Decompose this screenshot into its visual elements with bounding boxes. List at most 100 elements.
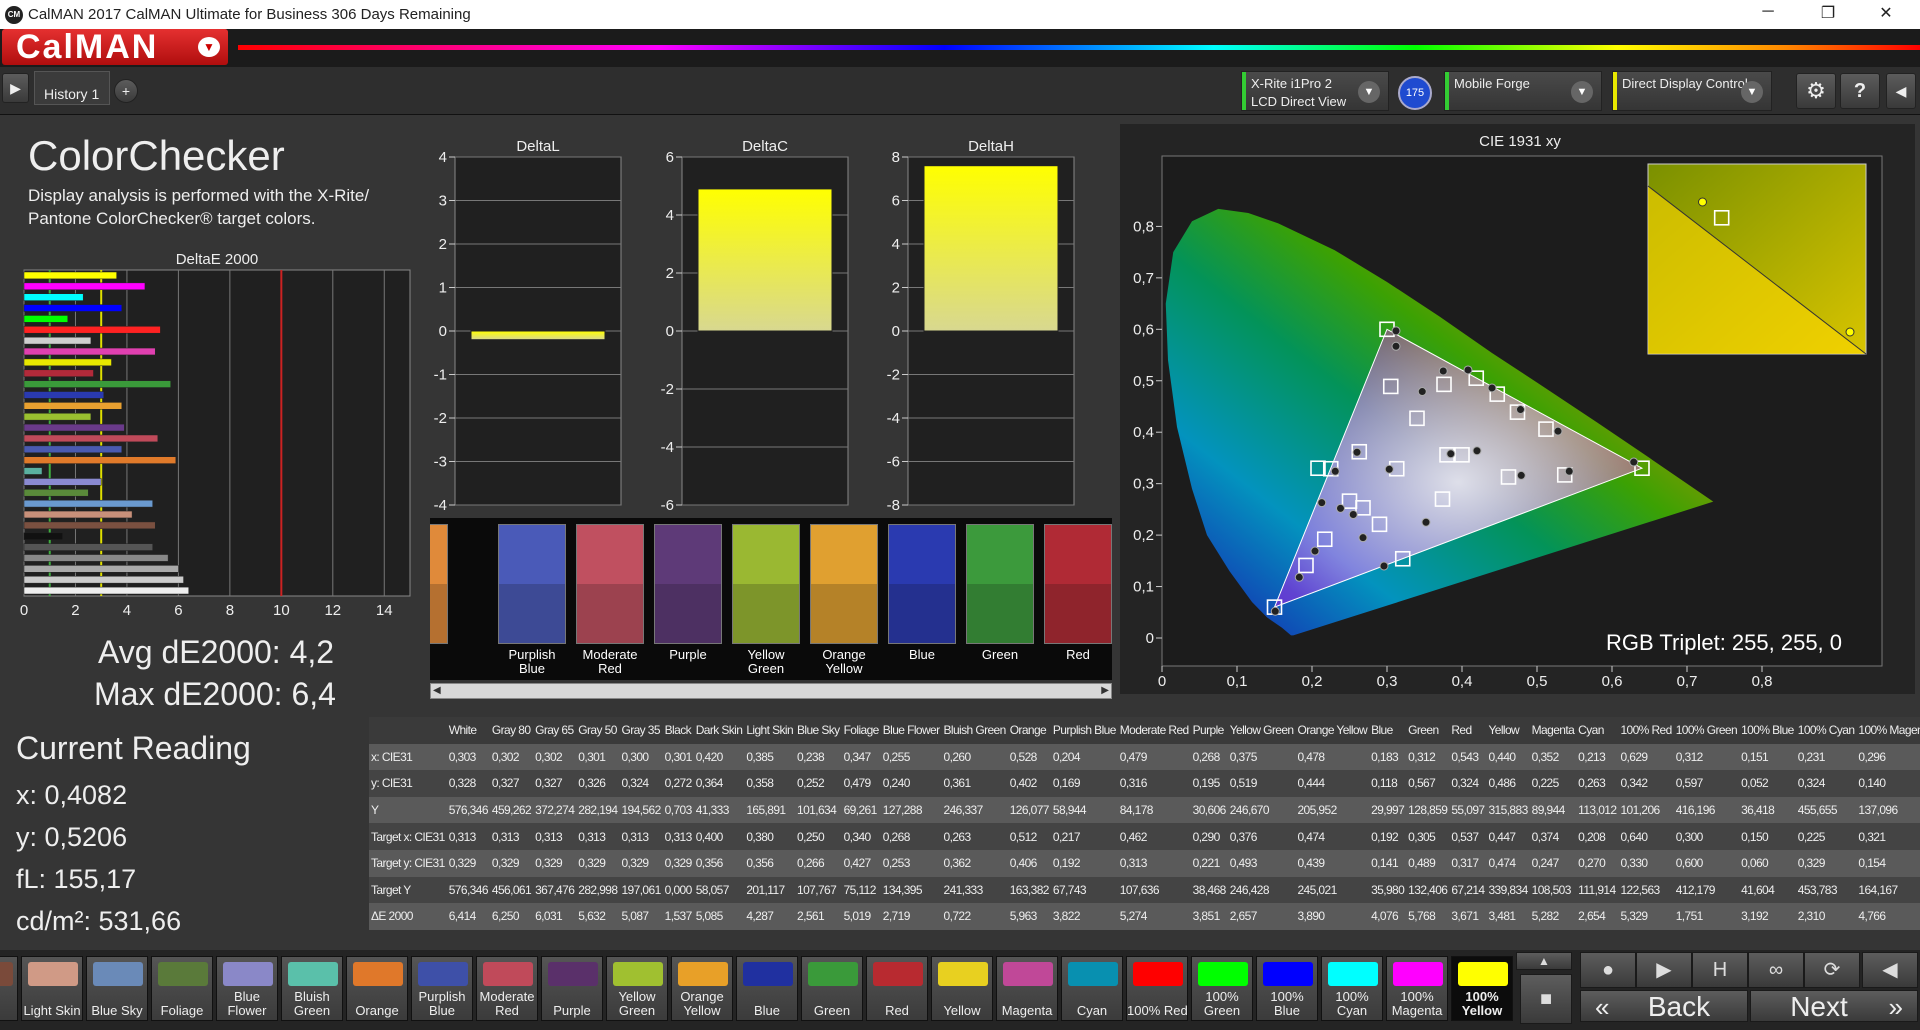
table-cell: 4,287 bbox=[746, 909, 774, 924]
swatch-2[interactable]: Moderate Red bbox=[576, 524, 644, 676]
scroll-left-icon[interactable]: ◀ bbox=[433, 685, 441, 696]
swatch-4[interactable]: Yellow Green bbox=[732, 524, 800, 676]
swatch-label: Green bbox=[813, 1003, 851, 1018]
bottom-swatch-22[interactable]: 100% Magenta bbox=[1386, 956, 1448, 1021]
gear-icon[interactable]: ⚙ bbox=[1796, 73, 1836, 109]
bottom-swatch-14[interactable]: Red bbox=[866, 956, 928, 1021]
bottom-swatch-11[interactable]: Orange Yellow bbox=[671, 956, 733, 1021]
bottom-swatch-21[interactable]: 100% Cyan bbox=[1321, 956, 1383, 1021]
next-button[interactable]: Next » bbox=[1750, 990, 1918, 1022]
swatch-7[interactable]: Green bbox=[966, 524, 1034, 674]
bottom-swatch-9[interactable]: Purple bbox=[541, 956, 603, 1021]
description-line-2: Pantone ColorChecker® target colors. bbox=[28, 209, 316, 228]
bottom-swatch-2[interactable]: Blue Sky bbox=[86, 956, 148, 1021]
stop-circle-icon[interactable]: ● bbox=[1580, 952, 1636, 988]
swatch-3[interactable]: Purple bbox=[654, 524, 722, 674]
play-icon[interactable]: ▶ bbox=[2, 73, 29, 103]
chevron-down-icon[interactable]: ▼ bbox=[1741, 81, 1763, 103]
bottom-swatch-16[interactable]: Magenta bbox=[996, 956, 1058, 1021]
display-selector[interactable]: Direct Display Control ▼ bbox=[1612, 71, 1772, 111]
save-icon[interactable]: H bbox=[1692, 952, 1748, 988]
bottom-swatch-3[interactable]: Foliage bbox=[151, 956, 213, 1021]
table-cell: 5,768 bbox=[1408, 909, 1436, 924]
table-cell: 0,600 bbox=[1675, 856, 1704, 871]
chevron-down-icon[interactable]: ▼ bbox=[198, 37, 220, 57]
measured-point bbox=[1487, 383, 1497, 393]
table-cell: 163,382 bbox=[1009, 882, 1050, 897]
table-cell: 0,329 bbox=[535, 856, 563, 871]
x-tick-label: 4 bbox=[123, 602, 131, 619]
table-cell: 0,231 bbox=[1797, 749, 1826, 764]
help-icon[interactable]: ? bbox=[1840, 73, 1880, 109]
table-cell: 0,324 bbox=[1451, 776, 1479, 791]
bottom-swatch-6[interactable]: Orange bbox=[346, 956, 408, 1021]
table-cell: 197,061 bbox=[621, 882, 661, 897]
bottom-swatch-5[interactable]: Bluish Green bbox=[281, 956, 343, 1021]
close-button[interactable]: ✕ bbox=[1866, 3, 1906, 25]
back-button[interactable]: « Back bbox=[1580, 990, 1748, 1022]
table-column-header: 100% Cyan bbox=[1797, 723, 1855, 738]
refresh-icon[interactable]: ⟳ bbox=[1804, 952, 1860, 988]
calman-logo[interactable]: CalMAN ▼ bbox=[2, 29, 228, 65]
y-tick-label: 3 bbox=[439, 193, 447, 210]
minimize-button[interactable]: ─ bbox=[1748, 3, 1788, 25]
bottom-swatch-20[interactable]: 100% Blue bbox=[1256, 956, 1318, 1021]
bottom-swatch-4[interactable]: Blue Flower bbox=[216, 956, 278, 1021]
swatch-6[interactable]: Blue bbox=[888, 524, 956, 674]
deltac-chart: DeltaC 6 4 2 0 -2 -4 -6 bbox=[661, 138, 849, 514]
table-column-header: Bluish Green bbox=[943, 723, 1007, 738]
collapse-icon[interactable]: ◀ bbox=[1862, 952, 1918, 988]
table-cell: 0,208 bbox=[1578, 829, 1606, 844]
up-icon[interactable]: ▲ bbox=[1516, 952, 1572, 970]
meter-badge[interactable]: 175 bbox=[1398, 76, 1432, 110]
bottom-swatch-18[interactable]: 100% Red bbox=[1126, 956, 1188, 1021]
bottom-swatch-0[interactable]: kin bbox=[0, 956, 18, 1021]
table-column-header: Purplish Blue bbox=[1052, 723, 1117, 738]
bottom-swatch-23[interactable]: 100% Yellow bbox=[1451, 956, 1513, 1021]
table-cell: 0,221 bbox=[1192, 856, 1221, 871]
bottom-swatch-12[interactable]: Blue bbox=[736, 956, 798, 1021]
chevron-down-icon[interactable]: ▼ bbox=[1358, 81, 1380, 103]
x-tick-label: 8 bbox=[226, 602, 234, 619]
tab-history-1[interactable]: History 1 bbox=[34, 71, 110, 105]
maximize-button[interactable]: ❐ bbox=[1808, 3, 1848, 25]
y-tick-label: 0,3 bbox=[1133, 476, 1154, 493]
swatch-1[interactable]: Purplish Blue bbox=[498, 524, 566, 676]
bottom-swatch-15[interactable]: Yellow bbox=[931, 956, 993, 1021]
swatch-0[interactable] bbox=[430, 524, 448, 674]
bottom-swatch-1[interactable]: Light Skin bbox=[21, 956, 83, 1021]
play-icon[interactable]: ▶ bbox=[1636, 952, 1692, 988]
swatch-5[interactable]: Orange Yellow bbox=[810, 524, 878, 676]
collapse-icon[interactable]: ◀ bbox=[1886, 73, 1916, 109]
swatch-8[interactable]: Red bbox=[1044, 524, 1112, 674]
inset-measured-point bbox=[1698, 197, 1707, 207]
y-tick-label: -6 bbox=[887, 454, 900, 471]
source-stripe bbox=[1445, 72, 1449, 110]
table-cell: 0,240 bbox=[882, 776, 911, 791]
chevron-down-icon[interactable]: ▼ bbox=[1571, 81, 1593, 103]
bottom-swatch-10[interactable]: Yellow Green bbox=[606, 956, 668, 1021]
scroll-right-icon[interactable]: ▶ bbox=[1101, 685, 1109, 696]
current-reading-title: Current Reading bbox=[16, 730, 251, 766]
bottom-swatch-17[interactable]: Cyan bbox=[1061, 956, 1123, 1021]
loop-icon[interactable]: ∞ bbox=[1748, 952, 1804, 988]
source-selector[interactable]: Mobile Forge ▼ bbox=[1444, 71, 1602, 111]
bottom-swatch-7[interactable]: Purplish Blue bbox=[411, 956, 473, 1021]
stop-icon[interactable]: ■ bbox=[1520, 974, 1572, 1024]
bottom-swatch-19[interactable]: 100% Green bbox=[1191, 956, 1253, 1021]
meter-selector[interactable]: X-Rite i1Pro 2 LCD Direct View ▼ bbox=[1241, 71, 1389, 111]
swatch-label: 100% Yellow bbox=[1461, 989, 1503, 1018]
bottom-swatch-13[interactable]: Green bbox=[801, 956, 863, 1021]
table-cell: 0,321 bbox=[1858, 829, 1886, 844]
bottom-swatch-8[interactable]: Moderate Red bbox=[476, 956, 538, 1021]
table-cell: 4,076 bbox=[1371, 909, 1399, 924]
add-tab-button[interactable]: + bbox=[114, 79, 138, 103]
table-cell: 3,192 bbox=[1741, 909, 1769, 924]
swatch-chip bbox=[1068, 962, 1118, 986]
table-cell: 58,057 bbox=[695, 882, 730, 897]
table-cell: 0,326 bbox=[578, 776, 606, 791]
bottom-bar: kin Light Skin Blue Sky Foliage Blue Flower B… bbox=[0, 950, 1920, 1030]
swatch-scrollbar[interactable]: ◀ ▶ bbox=[430, 683, 1112, 699]
de-bar bbox=[23, 391, 105, 399]
table-cell: 128,859 bbox=[1408, 803, 1448, 818]
